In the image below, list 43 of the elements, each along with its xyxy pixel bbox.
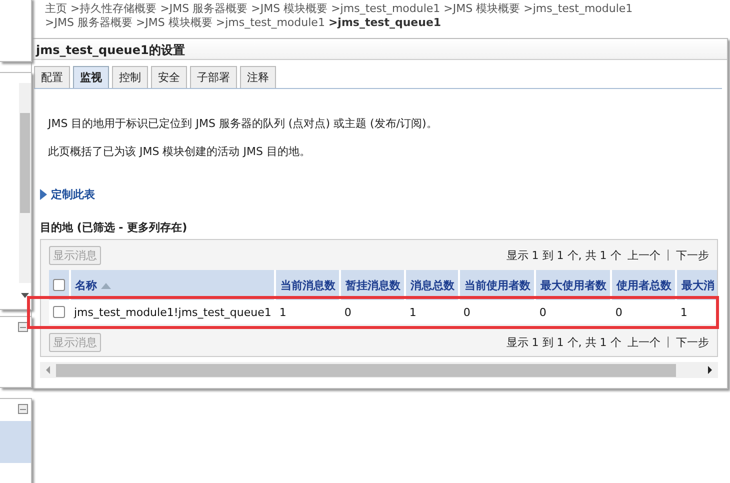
table-cell: 1 xyxy=(279,306,286,318)
list-row-highlight xyxy=(0,421,31,463)
breadcrumb-link[interactable]: >JMS 服务器概要 xyxy=(45,16,132,29)
breadcrumb-link[interactable]: >JMS 模块概要 xyxy=(136,16,212,29)
tab[interactable]: 配置 xyxy=(34,66,70,88)
breadcrumb-link[interactable]: >JMS 模块概要 xyxy=(251,2,328,15)
separator: | xyxy=(666,335,670,350)
table-cell: 0 xyxy=(539,306,546,318)
separator: | xyxy=(666,248,670,263)
breadcrumb-link[interactable]: >jms_test_module1 xyxy=(524,2,633,15)
next-link[interactable]: 下一步 xyxy=(676,248,709,263)
row-checkbox[interactable] xyxy=(53,306,65,318)
description-text: JMS 目的地用于标识已定位到 JMS 服务器的队列 (点对点) 或主题 (发布/订阅)。 xyxy=(48,117,438,131)
breadcrumb-link[interactable]: >持久性存储概要 xyxy=(70,2,157,15)
description-text: 此页概括了已为该 JMS 模块创建的活动 JMS 目的地。 xyxy=(48,145,312,159)
select-all-checkbox[interactable] xyxy=(53,279,65,291)
tab[interactable]: 子部署 xyxy=(190,66,237,88)
tab[interactable]: 安全 xyxy=(151,66,187,88)
previous-link[interactable]: 上一个 xyxy=(627,335,660,350)
tab[interactable]: 注释 xyxy=(240,66,276,88)
breadcrumb-link[interactable]: 主页 xyxy=(45,2,67,15)
expand-icon[interactable] xyxy=(40,189,47,200)
panel-title: jms_test_queue1的设置 xyxy=(32,39,727,60)
breadcrumb-link[interactable]: >jms_test_module1 xyxy=(331,2,440,15)
column-header[interactable]: 名称 xyxy=(70,270,276,300)
previous-link[interactable]: 上一个 xyxy=(627,248,660,263)
table-cell: 0 xyxy=(344,306,352,318)
paging-summary: 显示 1 到 1 个, 共 1 个 xyxy=(506,335,622,350)
breadcrumb-link[interactable]: >JMS 服务器概要 xyxy=(160,2,248,15)
breadcrumb-link[interactable]: >JMS 模块概要 xyxy=(444,2,520,15)
table-cell: 1 xyxy=(680,306,688,318)
table-cell: 0 xyxy=(615,306,622,318)
breadcrumb-link[interactable]: >jms_test_module1 xyxy=(216,16,325,29)
tab[interactable]: 控制 xyxy=(112,66,148,88)
breadcrumb-current: >jms_test_queue1 xyxy=(328,16,442,29)
table-title: 目的地 (已筛选 - 更多列存在) xyxy=(40,220,188,235)
tab[interactable]: 监视 xyxy=(73,66,109,88)
paging-summary: 显示 1 到 1 个, 共 1 个 xyxy=(506,248,622,263)
next-link[interactable]: 下一步 xyxy=(676,335,709,350)
table-cell: jms_test_module1!jms_test_queue1 xyxy=(74,306,272,318)
table-cell: 1 xyxy=(409,306,416,318)
customize-link[interactable]: 定制此表 xyxy=(51,187,95,202)
table-cell: 0 xyxy=(463,306,470,318)
